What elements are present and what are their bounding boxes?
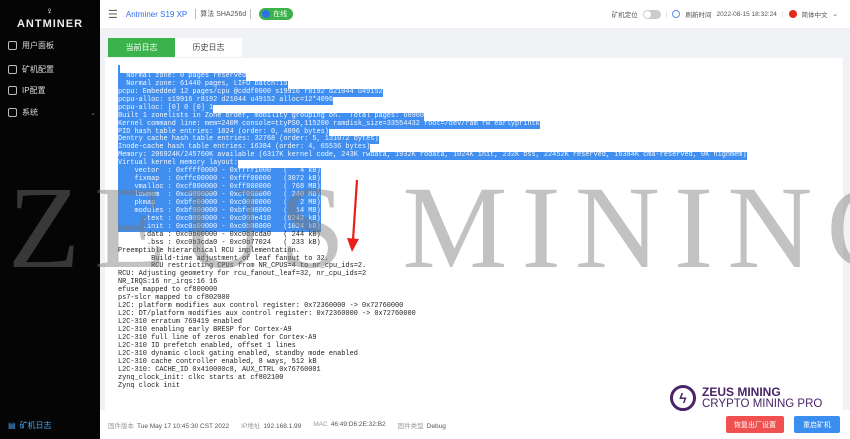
sidebar-item-label: 矿机配置: [22, 65, 54, 74]
factory-reset-button[interactable]: 恢复出厂设置: [726, 416, 784, 433]
language-select[interactable]: 简体中文: [802, 9, 828, 19]
clock-icon: [672, 10, 681, 18]
status-text: 在线: [273, 11, 288, 18]
log-icon: ▤: [8, 421, 16, 430]
sidebar-item-label: IP配置: [22, 86, 46, 95]
refresh-time: 2022-08-15 18:32:24: [716, 10, 777, 18]
network-icon: [8, 86, 17, 95]
mac-label: MAC: [313, 421, 328, 428]
log-output[interactable]: Normal zone: 0 pages reserved Normal zon…: [118, 65, 747, 390]
log-tabs: 当前日志 历史日志: [108, 38, 242, 57]
type-label: 固件类型: [397, 422, 424, 430]
mac-value: 46:49:D6:2E:32:B2: [330, 421, 386, 428]
locate-label: 矿机定位: [611, 12, 638, 19]
sidebar-item-label: 矿机日志: [19, 421, 52, 430]
sidebar-item-miner-log[interactable]: ▤ 矿机日志: [8, 420, 52, 431]
firmware-version: 固件版本 Tue May 17 10:45:30 CST 2022: [108, 420, 229, 430]
sidebar-item-dashboard[interactable]: 用户面板: [8, 40, 96, 51]
sidebar-item-label: 系统: [22, 108, 38, 117]
ip-value: 192.168.1.99: [263, 422, 302, 430]
status-dot-icon: [262, 10, 271, 18]
antminer-logo: ♀ ANTMINER: [0, 6, 100, 30]
type-value: Debug: [426, 422, 446, 430]
miner-model: Antminer S19 XP: [125, 9, 188, 19]
logo-icon: ♀: [45, 6, 55, 17]
algorithm: 算法 SHA256d: [195, 9, 252, 19]
reboot-button[interactable]: 重启矿机: [794, 416, 840, 433]
menu-icon[interactable]: ☰: [108, 8, 118, 21]
tab-current-log[interactable]: 当前日志: [108, 38, 175, 57]
dashboard-icon: [8, 41, 17, 50]
firmware-type: 固件类型 Debug: [398, 420, 446, 430]
firmware-label: 固件版本: [108, 422, 134, 430]
divider: |: [665, 10, 668, 18]
sidebar: ♀ ANTMINER 用户面板 矿机配置 IP配置 系统 ⌄ ▤ 矿机日志: [0, 0, 100, 439]
divider: |: [781, 10, 784, 18]
tab-history-log[interactable]: 历史日志: [175, 38, 242, 57]
sidebar-item-ip-config[interactable]: IP配置: [8, 85, 96, 96]
system-icon: [8, 108, 17, 117]
mac-address: MAC 46:49:D6:2E:32:B2: [313, 421, 385, 428]
china-flag-icon: [788, 10, 797, 18]
logo-text: ANTMINER: [16, 18, 84, 30]
log-line: zynq_clock_init: clkc starts at cf802100: [118, 374, 747, 383]
log-line-text: Zynq clock init: [118, 381, 181, 390]
chevron-down-icon: ⌄: [832, 11, 838, 18]
firmware-value: Tue May 17 10:45:30 CST 2022: [137, 422, 230, 430]
sidebar-item-label: 用户面板: [22, 41, 54, 50]
status-badge: 在线: [259, 8, 294, 20]
config-icon: [8, 65, 17, 74]
header: ☰ Antminer S19 XP 算法 SHA256d 在线 矿机定位 | 刷…: [100, 0, 850, 28]
locate-toggle[interactable]: [642, 9, 661, 19]
footer: 固件版本 Tue May 17 10:45:30 CST 2022 IP地址 192…: [100, 410, 850, 439]
refresh-label: 刷新时间: [685, 12, 712, 19]
log-panel[interactable]: Normal zone: 0 pages reserved Normal zon…: [105, 58, 843, 410]
sidebar-item-system[interactable]: 系统 ⌄: [8, 107, 96, 118]
ip-label: IP地址: [241, 422, 261, 430]
chevron-down-icon: ⌄: [90, 109, 96, 117]
sidebar-item-miner-config[interactable]: 矿机配置: [8, 64, 96, 75]
log-line: Zynq clock init: [118, 381, 747, 391]
ip-address: IP地址 192.168.1.99: [241, 420, 301, 430]
